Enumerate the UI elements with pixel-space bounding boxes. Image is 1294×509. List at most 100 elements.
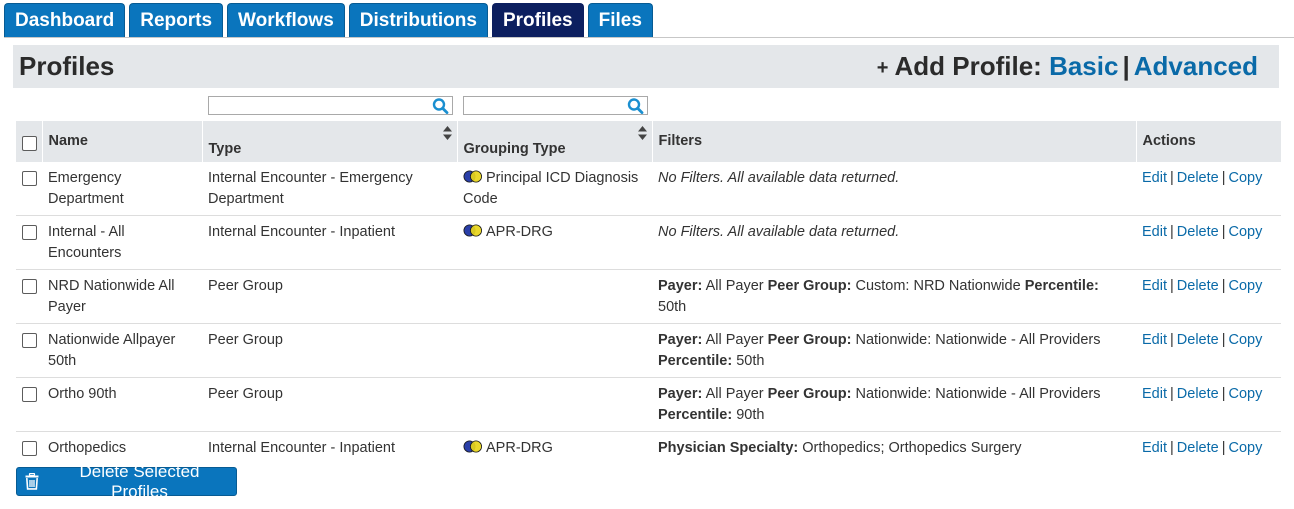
table-header-row: Name Type Grouping Type Filters Actions	[16, 121, 1282, 162]
row-select-cell	[16, 215, 42, 270]
edit-link[interactable]: Edit	[1142, 386, 1167, 402]
delete-selected-profiles-button[interactable]: Delete Selected Profiles	[16, 462, 237, 501]
grouping-filter-input[interactable]	[464, 97, 625, 114]
profile-actions: Edit | Delete | Copy	[1136, 432, 1281, 465]
edit-link[interactable]: Edit	[1142, 278, 1167, 294]
row-checkbox[interactable]	[22, 440, 37, 456]
copy-link[interactable]: Copy	[1228, 224, 1262, 240]
filter-value-percentile: 50th	[736, 353, 765, 369]
copy-link[interactable]: Copy	[1228, 386, 1262, 402]
tab-divider	[4, 37, 1294, 38]
search-icon[interactable]	[627, 98, 644, 114]
edit-link[interactable]: Edit	[1142, 224, 1167, 240]
add-profile-separator: |	[1122, 51, 1130, 81]
copy-link[interactable]: Copy	[1228, 332, 1262, 348]
grouping-venn-icon	[463, 170, 482, 183]
column-header-name[interactable]: Name	[42, 121, 203, 162]
table-row: Orthopedics Internal Encounter - Inpatien…	[16, 432, 1281, 465]
delete-selected-label: Delete Selected Profiles	[79, 461, 200, 501]
table-row: Internal - All Encounters Internal Encoun…	[16, 215, 1281, 270]
edit-link[interactable]: Edit	[1142, 332, 1167, 348]
delete-link[interactable]: Delete	[1177, 332, 1219, 348]
grouping-type-text: APR-DRG	[486, 440, 553, 456]
filter-label-peer-group: Peer Group:	[767, 278, 852, 294]
copy-link[interactable]: Copy	[1228, 440, 1262, 456]
action-separator: |	[1221, 278, 1226, 294]
action-separator: |	[1221, 386, 1226, 402]
copy-link[interactable]: Copy	[1228, 170, 1262, 186]
profile-name: Orthopedics	[48, 440, 127, 456]
add-profile-label: Add Profile:	[894, 51, 1042, 81]
sort-icon[interactable]	[637, 126, 647, 140]
filter-value-payer: All Payer	[705, 386, 764, 402]
filter-value-peer-group: Custom: NRD Nationwide	[855, 278, 1021, 294]
delete-link[interactable]: Delete	[1177, 386, 1219, 402]
profile-filters: Payer: All Payer Peer Group: Custom: NRD…	[652, 269, 1136, 324]
tab-workflows[interactable]: Workflows	[227, 3, 345, 37]
column-header-type[interactable]: Type	[202, 121, 458, 162]
add-profile-basic-link[interactable]: Basic	[1049, 51, 1118, 81]
profile-type: Peer Group	[202, 269, 457, 324]
profiles-table: Name Type Grouping Type Filters Actions …	[16, 121, 1282, 464]
row-checkbox[interactable]	[22, 332, 37, 348]
edit-link[interactable]: Edit	[1142, 440, 1167, 456]
column-label: Type	[208, 141, 242, 157]
grouping-venn-icon	[463, 224, 482, 237]
type-filter-box	[208, 96, 453, 115]
tab-files[interactable]: Files	[587, 3, 653, 37]
search-icon[interactable]	[432, 98, 449, 114]
profile-actions: Edit | Delete | Copy	[1136, 215, 1281, 270]
tab-reports[interactable]: Reports	[129, 3, 224, 37]
filter-value-physician-specialty: Orthopedics; Orthopedics Surgery	[802, 440, 1022, 456]
column-label: Grouping Type	[463, 141, 566, 157]
profile-type: Peer Group	[202, 377, 457, 432]
profile-name: Nationwide Allpayer 50th	[42, 323, 202, 378]
profile-filters: Physician Specialty: Orthopedics; Orthop…	[652, 432, 1136, 465]
sort-icon[interactable]	[442, 126, 452, 140]
filter-label-percentile: Percentile:	[658, 353, 733, 369]
delete-link[interactable]: Delete	[1177, 440, 1219, 456]
profile-actions: Edit | Delete | Copy	[1136, 269, 1281, 324]
row-checkbox[interactable]	[22, 224, 37, 240]
tab-distributions[interactable]: Distributions	[348, 3, 488, 37]
delete-link[interactable]: Delete	[1177, 224, 1219, 240]
table-row: Ortho 90th Peer Group Payer: All Payer Pee…	[16, 377, 1281, 432]
profile-type: Internal Encounter - Emergency Departmen…	[202, 162, 457, 216]
filter-label-peer-group: Peer Group:	[767, 332, 852, 348]
plus-icon: +	[876, 57, 889, 79]
column-header-filters: Filters	[652, 121, 1137, 162]
action-separator: |	[1221, 224, 1226, 240]
row-checkbox[interactable]	[22, 278, 37, 294]
delete-link[interactable]: Delete	[1177, 278, 1219, 294]
profile-name: NRD Nationwide All Payer	[42, 269, 202, 324]
delete-link[interactable]: Delete	[1177, 170, 1219, 186]
filter-label-physician-specialty: Physician Specialty:	[658, 440, 799, 456]
row-checkbox[interactable]	[22, 386, 37, 402]
column-label: Name	[48, 133, 89, 149]
profile-filters: No Filters. All available data returned.	[652, 215, 1136, 270]
profile-actions: Edit | Delete | Copy	[1136, 377, 1281, 432]
filter-value-percentile: 50th	[658, 299, 687, 315]
profile-grouping-type: APR-DRG	[457, 215, 652, 270]
tab-profiles[interactable]: Profiles	[491, 3, 584, 37]
top-tab-bar: Dashboard Reports Workflows Distributions Pr…	[4, 3, 653, 37]
profile-filters: No Filters. All available data returned.	[652, 162, 1136, 216]
action-separator: |	[1221, 332, 1226, 348]
select-all-checkbox[interactable]	[22, 135, 37, 151]
row-select-cell	[16, 323, 42, 378]
type-filter-input[interactable]	[209, 97, 430, 114]
add-profile-group: + Add Profile: Basic | Advanced	[877, 51, 1258, 82]
profile-actions: Edit | Delete | Copy	[1136, 323, 1281, 378]
filter-value-payer: All Payer	[705, 278, 764, 294]
action-separator: |	[1170, 440, 1174, 456]
column-header-grouping-type[interactable]: Grouping Type	[457, 121, 653, 162]
add-profile-advanced-link[interactable]: Advanced	[1134, 51, 1258, 81]
copy-link[interactable]: Copy	[1228, 278, 1262, 294]
edit-link[interactable]: Edit	[1142, 170, 1167, 186]
no-filters-text: No Filters. All available data returned.	[658, 224, 900, 240]
filter-label-peer-group: Peer Group:	[767, 386, 852, 402]
profile-actions: Edit | Delete | Copy	[1136, 162, 1281, 216]
row-select-cell	[16, 162, 42, 216]
tab-dashboard[interactable]: Dashboard	[4, 3, 126, 37]
row-checkbox[interactable]	[22, 170, 37, 186]
